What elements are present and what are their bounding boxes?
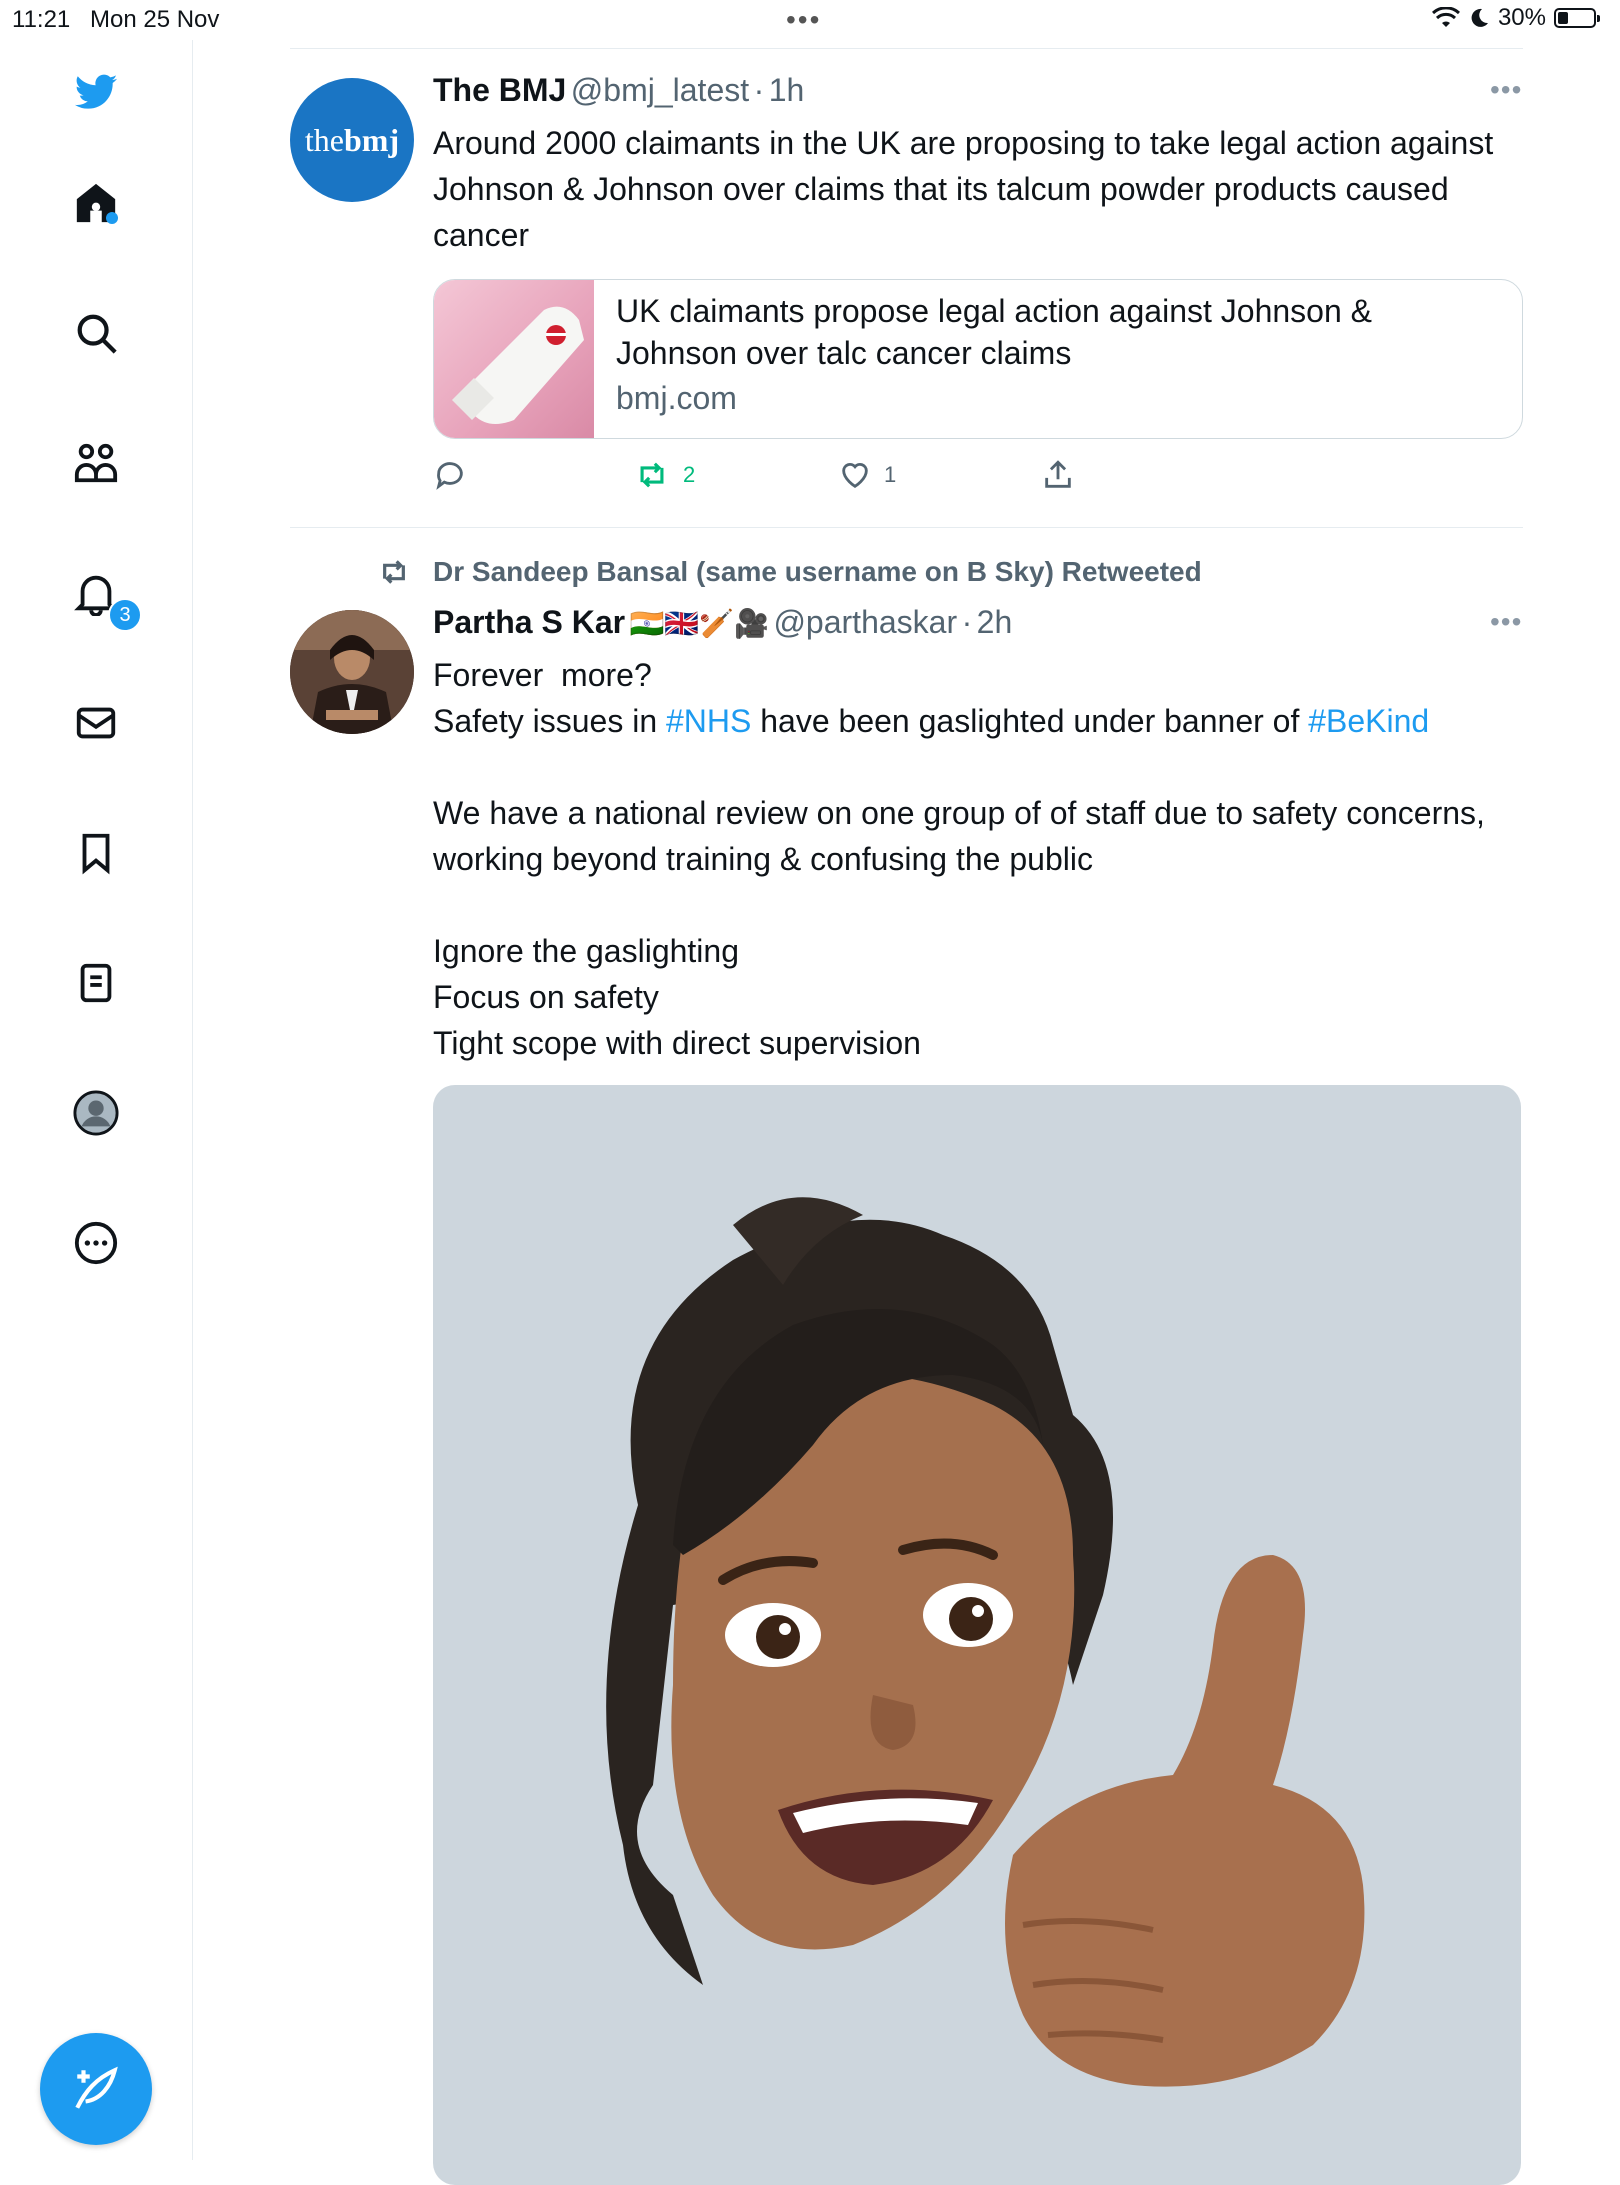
tweet2-header: Partha S Kar 🇮🇳🇬🇧🏏🎥 @parthaskar · 2h: [433, 604, 1012, 641]
retweet-context[interactable]: Dr Sandeep Bansal (same username on B Sk…: [375, 556, 1202, 588]
memoji-thumbs-up: [606, 1197, 1365, 2087]
hashtag-nhs[interactable]: #NHS: [666, 703, 751, 739]
retweeted-by-text: Dr Sandeep Bansal (same username on B Sk…: [433, 556, 1202, 587]
status-bar: 11:21 Mon 25 Nov ••• 30%: [0, 0, 1620, 40]
home-unread-dot: [106, 212, 118, 224]
communities-icon[interactable]: [66, 433, 126, 493]
notifications-badge: 3: [108, 598, 142, 632]
profile-avatar-icon[interactable]: [66, 1083, 126, 1143]
tweet1-separator: ·: [753, 72, 765, 108]
status-date: Mon 25 Nov: [90, 6, 220, 33]
partha-avatar[interactable]: [290, 610, 414, 734]
talc-bottle-thumbnail: [434, 280, 594, 438]
bmj-logo-the: the: [304, 121, 344, 158]
tweet1-link-card[interactable]: UK claimants propose legal action agains…: [433, 279, 1523, 439]
tweet1-time[interactable]: 1h: [769, 72, 805, 108]
status-right: 30%: [1431, 4, 1600, 32]
battery-percent: 30%: [1497, 4, 1546, 31]
status-time: 11:21: [12, 6, 71, 33]
retweet-button[interactable]: 2: [633, 458, 695, 492]
tweet1-actions: 2 1: [433, 458, 1133, 498]
tweet-divider: [290, 527, 1523, 528]
card-domain: bmj.com: [616, 380, 737, 416]
heart-icon: [842, 463, 868, 489]
bookmarks-icon[interactable]: [66, 823, 126, 883]
tweet2-more-icon[interactable]: •••: [1490, 606, 1522, 638]
tweet2-author-name[interactable]: Partha S Kar: [433, 604, 625, 640]
top-divider: [290, 48, 1523, 49]
share-icon: [1045, 460, 1071, 488]
tweet2-line2-middle: have been gaslighted under banner of: [751, 703, 1309, 739]
author-flag-emojis: 🇮🇳🇬🇧🏏🎥: [629, 608, 769, 639]
battery-icon: [1554, 8, 1600, 28]
share-button[interactable]: [1041, 458, 1075, 492]
tweet1-author-name[interactable]: The BMJ: [433, 72, 566, 108]
tweet2-paragraph3: Ignore the gaslighting Focus on safety T…: [433, 933, 921, 1061]
compose-feather-icon: [75, 2066, 118, 2109]
tweet1-header: The BMJ @bmj_latest · 1h: [433, 72, 804, 109]
tweet2-handle[interactable]: @parthaskar: [773, 604, 957, 640]
multitasking-dots-icon[interactable]: •••: [786, 4, 821, 36]
tweet1-more-icon[interactable]: •••: [1490, 74, 1522, 106]
twitter-logo-icon[interactable]: [66, 62, 126, 122]
bmj-avatar[interactable]: thebmj: [290, 78, 414, 202]
lists-icon[interactable]: [66, 953, 126, 1013]
tweet2-separator: ·: [961, 604, 973, 640]
reply-button[interactable]: [433, 458, 467, 492]
retweet-icon: [640, 462, 664, 488]
messages-icon[interactable]: [66, 693, 126, 753]
like-count: 1: [884, 462, 897, 487]
search-icon[interactable]: [66, 303, 126, 363]
moon-icon: [1471, 8, 1488, 27]
reply-icon: [436, 462, 463, 490]
tweet2-line1: Forever more?: [433, 657, 652, 693]
retweet-count: 2: [683, 462, 696, 487]
more-options-icon[interactable]: [66, 1213, 126, 1273]
hashtag-bekind[interactable]: #BeKind: [1308, 703, 1429, 739]
bmj-logo-bmj: bmj: [343, 121, 400, 158]
card-title: UK claimants propose legal action agains…: [616, 293, 1372, 371]
retweeted-icon: [383, 560, 405, 584]
tweet2-media-image[interactable]: [433, 1085, 1521, 2185]
compose-tweet-button[interactable]: [40, 2033, 152, 2145]
tweet1-text: Around 2000 claimants in the UK are prop…: [433, 125, 1503, 253]
sidebar: 3: [0, 40, 193, 2160]
tweet2-time[interactable]: 2h: [977, 604, 1013, 640]
like-button[interactable]: 1: [838, 458, 896, 492]
tweet1-handle[interactable]: @bmj_latest: [571, 72, 749, 108]
tweet2-text: Forever more? Safety issues in #NHS have…: [433, 652, 1523, 1066]
home-icon[interactable]: [66, 173, 126, 233]
tweet2-paragraph2: We have a national review on one group o…: [433, 795, 1494, 877]
wifi-icon: [1431, 7, 1460, 27]
tweet2-line2-start: Safety issues in: [433, 703, 666, 739]
